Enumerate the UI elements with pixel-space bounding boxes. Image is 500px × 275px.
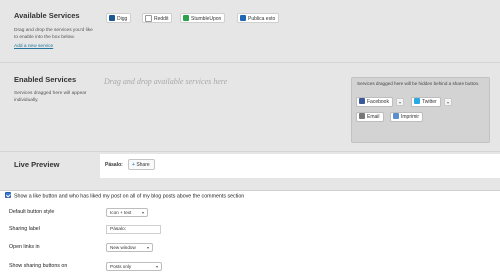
stumbleupon-icon	[183, 15, 189, 22]
preview-sharing-label: Pásalo:	[105, 162, 123, 168]
live-preview-area: Pásalo: + Share	[100, 154, 500, 178]
section-divider	[0, 151, 500, 152]
service-publica-esto[interactable]: Publica esto	[237, 13, 280, 23]
service-label: Digg	[117, 16, 128, 22]
open-links-label: Open links in	[9, 244, 40, 250]
open-links-value: New window	[110, 245, 136, 250]
hidden-service-twitter[interactable]: Twitter	[411, 97, 441, 107]
chevron-down-icon: ▾	[446, 100, 449, 105]
share-button-label: Share	[136, 162, 150, 168]
sharing-services-panel: Available Services Drag and drop the ser…	[0, 0, 500, 191]
service-digg[interactable]: Digg	[106, 13, 132, 23]
print-icon	[393, 113, 399, 120]
sharing-label-label: Sharing label	[9, 226, 40, 232]
publica-esto-icon	[240, 15, 246, 22]
hidden-service-email[interactable]: Email	[356, 112, 384, 122]
show-sharing-on-select[interactable]: Posts only ▾	[106, 262, 162, 271]
button-style-label: Default button style	[9, 209, 55, 215]
hidden-services-description: Services dragged here will be hidden beh…	[357, 81, 480, 86]
button-style-select[interactable]: Icon + text ▾	[106, 208, 148, 217]
add-new-service-link[interactable]: Add a new service	[14, 44, 53, 49]
service-label: Facebook	[367, 99, 389, 105]
service-label: Publica esto	[248, 16, 276, 22]
preview-share-button[interactable]: + Share	[128, 159, 155, 170]
open-links-select[interactable]: New window ▾	[106, 243, 153, 252]
service-label: Imprimir	[401, 114, 420, 120]
twitter-options-dropdown[interactable]: ▾	[444, 98, 452, 106]
service-label: Email	[367, 114, 380, 120]
facebook-options-dropdown[interactable]: ▾	[396, 98, 404, 106]
section-divider	[0, 62, 500, 63]
service-reddit[interactable]: Reddit	[142, 13, 173, 23]
like-button-checkbox[interactable]	[5, 192, 11, 198]
sharing-label-input[interactable]: Pásalo:	[106, 225, 161, 234]
twitter-icon	[414, 98, 420, 105]
live-preview-title: Live Preview	[14, 160, 60, 169]
service-label: Reddit	[154, 16, 169, 22]
chevron-down-icon: ▾	[155, 264, 158, 269]
plus-icon: +	[132, 162, 135, 168]
hidden-service-facebook[interactable]: Facebook	[356, 97, 393, 107]
like-button-option[interactable]: Show a like button and who has liked my …	[5, 192, 245, 200]
available-services-description: Drag and drop the services you'd like to…	[14, 28, 93, 40]
service-label: Twitter	[422, 99, 437, 105]
hidden-service-imprimir[interactable]: Imprimir	[390, 112, 424, 122]
service-label: StumbleUpon	[191, 16, 222, 22]
service-stumbleupon[interactable]: StumbleUpon	[180, 13, 226, 23]
digg-icon	[109, 15, 115, 22]
enabled-services-dropzone[interactable]: Drag and drop available services here	[104, 77, 227, 86]
facebook-icon	[359, 98, 365, 105]
show-sharing-on-label: Show sharing buttons on	[9, 263, 68, 269]
like-button-checkbox-label: Show a like button and who has liked my …	[14, 193, 245, 200]
chevron-down-icon: ▾	[141, 210, 144, 215]
available-services-title: Available Services	[14, 11, 80, 20]
reddit-icon	[145, 14, 152, 22]
chevron-down-icon: ▾	[146, 245, 149, 250]
chevron-down-icon: ▾	[398, 100, 401, 105]
enabled-services-description: Services dragged here will appear indivi…	[14, 91, 87, 103]
email-icon	[359, 113, 365, 120]
show-sharing-on-value: Posts only	[110, 264, 132, 269]
button-style-value: Icon + text	[110, 210, 132, 215]
hidden-services-panel[interactable]: Services dragged here will be hidden beh…	[351, 77, 490, 143]
enabled-services-title: Enabled Services	[14, 75, 77, 84]
